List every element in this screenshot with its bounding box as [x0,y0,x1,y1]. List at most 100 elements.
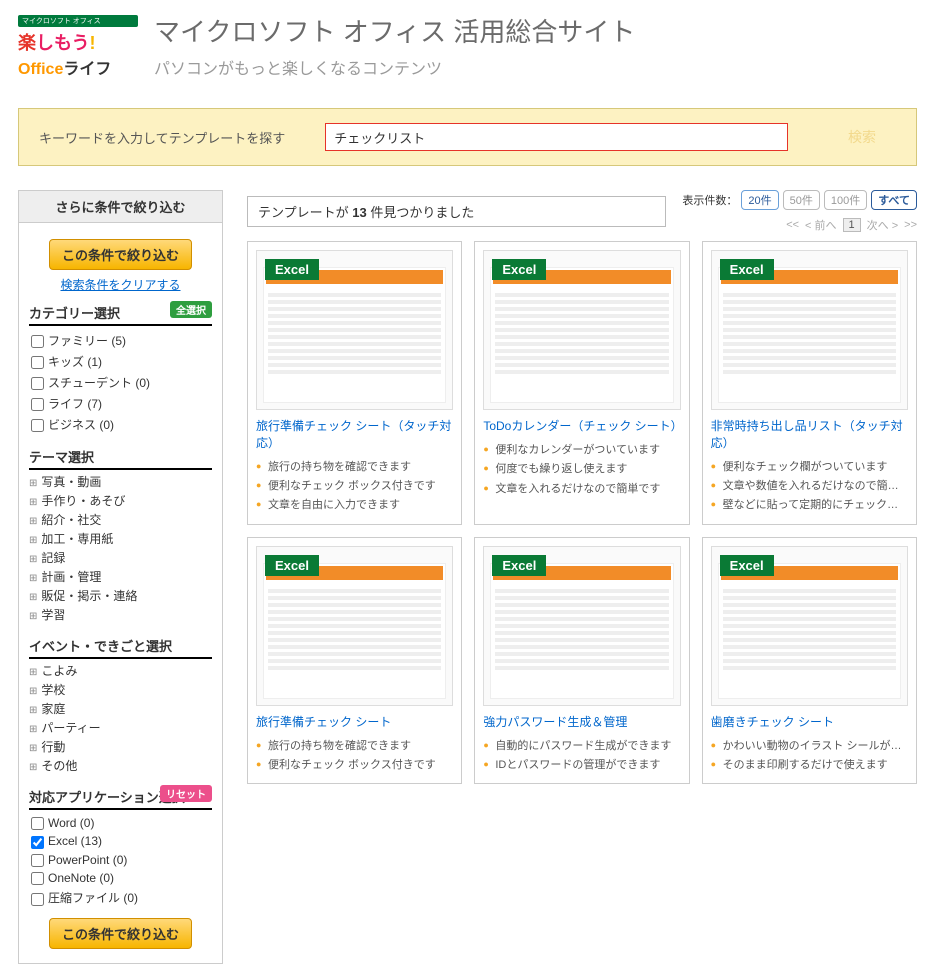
pager-prev[interactable]: < 前へ [805,217,836,233]
template-card[interactable]: Excel 旅行準備チェック シート（タッチ対応） 旅行の持ち物を確認できます便利な… [247,241,462,525]
checkbox[interactable] [31,836,44,849]
template-title-link[interactable]: 旅行準備チェック シート（タッチ対応） [256,418,453,452]
checkbox-label: ライフ (7) [48,397,102,411]
search-input[interactable] [325,123,788,151]
checkbox[interactable] [31,377,44,390]
template-card[interactable]: Excel 強力パスワード生成＆管理自動的にパスワード生成ができますIDとパスワー… [474,537,689,785]
filter-checkbox-item[interactable]: Excel (13) [31,832,212,850]
filter-checkbox-item[interactable]: スチューデント (0) [31,372,212,393]
filter-checkbox-item[interactable]: ビジネス (0) [31,414,212,435]
template-title-link[interactable]: 旅行準備チェック シート [256,714,453,731]
template-card[interactable]: Excel非常時持ち出し品リスト（タッチ対応）便利なチェック欄がついています文章… [702,241,917,525]
sidebar-header: さらに条件で絞り込む [19,191,222,223]
template-thumbnail[interactable]: Excel [711,250,908,410]
checkbox[interactable] [31,854,44,867]
tree-item[interactable]: 計画・管理 [29,567,212,586]
site-logo[interactable]: マイクロソフト オフィス 楽しもう! Officeライフ [18,12,138,82]
pager-next[interactable]: 次へ > [867,217,898,233]
checkbox-label: キッズ (1) [48,355,102,369]
checkbox[interactable] [31,335,44,348]
template-thumbnail[interactable]: Excel [256,546,453,706]
select-all-badge[interactable]: 全選択 [170,301,212,318]
checkbox-label: Excel (13) [48,834,102,848]
tree-item[interactable]: 記録 [29,548,212,567]
apply-filter-button[interactable]: この条件で絞り込む [49,239,192,270]
tree-item[interactable]: 紹介・社交 [29,510,212,529]
app-tag: Excel [492,259,546,280]
count-20-button[interactable]: 20件 [741,190,778,210]
pager-first[interactable]: << [786,219,799,231]
template-thumbnail[interactable]: Excel [711,546,908,706]
clear-filter-link[interactable]: 検索条件をクリアする [29,276,212,293]
count-50-button[interactable]: 50件 [783,190,820,210]
template-thumbnail[interactable]: Excel [483,250,680,410]
tree-item[interactable]: 学校 [29,680,212,699]
tree-item[interactable]: 販促・掲示・連絡 [29,586,212,605]
app-tag: Excel [265,555,319,576]
feature-item: そのまま印刷するだけで使えます [711,756,908,775]
filter-checkbox-item[interactable]: ファミリー (5) [31,330,212,351]
display-count-label: 表示件数： [682,192,737,208]
feature-item: 文章を自由に入力できます [256,496,453,515]
theme-section-title: テーマ選択 [29,443,212,470]
tree-item[interactable]: パーティー [29,718,212,737]
template-card[interactable]: Excel ToDoカレンダー（チェック シート） 便利なカレンダーがついています何… [474,241,689,525]
template-thumbnail[interactable]: Excel [256,250,453,410]
checkbox[interactable] [31,398,44,411]
tree-item[interactable]: 加工・専用紙 [29,529,212,548]
checkbox[interactable] [31,817,44,830]
search-label: キーワードを入力してテンプレートを探す [39,128,285,147]
page-subtitle: パソコンがもっと楽しくなるコンテンツ [154,55,635,79]
apply-filter-button-bottom[interactable]: この条件で絞り込む [49,918,192,949]
checkbox[interactable] [31,356,44,369]
page-title: マイクロソフト オフィス 活用総合サイト [154,12,635,49]
feature-item: 便利なチェック欄がついています [711,458,908,477]
filter-checkbox-item[interactable]: キッズ (1) [31,351,212,372]
filter-checkbox-item[interactable]: ライフ (7) [31,393,212,414]
tree-item[interactable]: 手作り・あそび [29,491,212,510]
template-title-link[interactable]: 歯磨きチェック シート [711,714,908,731]
checkbox-label: ファミリー (5) [48,334,126,348]
feature-item: 便利なチェック ボックス付きです [256,756,453,775]
reset-badge[interactable]: リセット [160,785,212,802]
count-all-button[interactable]: すべて [871,190,917,210]
tree-item[interactable]: 行動 [29,737,212,756]
search-button[interactable]: 検索 [828,127,896,147]
filter-checkbox-item[interactable]: PowerPoint (0) [31,851,212,869]
checkbox[interactable] [31,872,44,885]
filter-sidebar: さらに条件で絞り込む この条件で絞り込む 検索条件をクリアする カテゴリー選択 … [18,190,223,964]
tree-item[interactable]: 家庭 [29,699,212,718]
feature-item: かわいい動物のイラスト シールが… [711,737,908,756]
checkbox-label: 圧縮ファイル (0) [48,891,138,905]
checkbox-label: PowerPoint (0) [48,853,127,867]
feature-item: 旅行の持ち物を確認できます [256,458,453,477]
count-100-button[interactable]: 100件 [824,190,867,210]
feature-item: 旅行の持ち物を確認できます [256,737,453,756]
checkbox-label: スチューデント (0) [48,376,150,390]
tree-item[interactable]: 学習 [29,605,212,624]
checkbox-label: OneNote (0) [48,871,114,885]
feature-list: 自動的にパスワード生成ができますIDとパスワードの管理ができます [483,737,680,776]
tree-item[interactable]: こよみ [29,661,212,680]
feature-list: 旅行の持ち物を確認できます便利なチェック ボックス付きです文章を自由に入力できま… [256,458,453,516]
checkbox-label: Word (0) [48,816,94,830]
tree-item[interactable]: 写真・動画 [29,472,212,491]
app-section-title: 対応アプリケーション選択 リセット [29,783,212,810]
filter-checkbox-item[interactable]: Word (0) [31,814,212,832]
tree-item[interactable]: その他 [29,756,212,775]
checkbox[interactable] [31,419,44,432]
filter-checkbox-item[interactable]: OneNote (0) [31,869,212,887]
filter-checkbox-item[interactable]: 圧縮ファイル (0) [31,887,212,908]
feature-item: 壁などに貼って定期的にチェック… [711,496,908,515]
logo-small-text: マイクロソフト オフィス [18,15,138,27]
feature-list: 便利なカレンダーがついています何度でも繰り返し使えます文章を入れるだけなので簡単… [483,441,680,499]
pager-current: 1 [843,218,861,232]
template-thumbnail[interactable]: Excel [483,546,680,706]
template-card[interactable]: Excel 歯磨きチェック シートかわいい動物のイラスト シールが…そのまま印刷す… [702,537,917,785]
template-title-link[interactable]: 強力パスワード生成＆管理 [483,714,680,731]
template-title-link[interactable]: 非常時持ち出し品リスト（タッチ対応） [711,418,908,452]
pager-last[interactable]: >> [904,219,917,231]
template-title-link[interactable]: ToDoカレンダー（チェック シート） [483,418,680,435]
checkbox[interactable] [31,893,44,906]
template-card[interactable]: Excel 旅行準備チェック シート旅行の持ち物を確認できます便利なチェック ボッ… [247,537,462,785]
